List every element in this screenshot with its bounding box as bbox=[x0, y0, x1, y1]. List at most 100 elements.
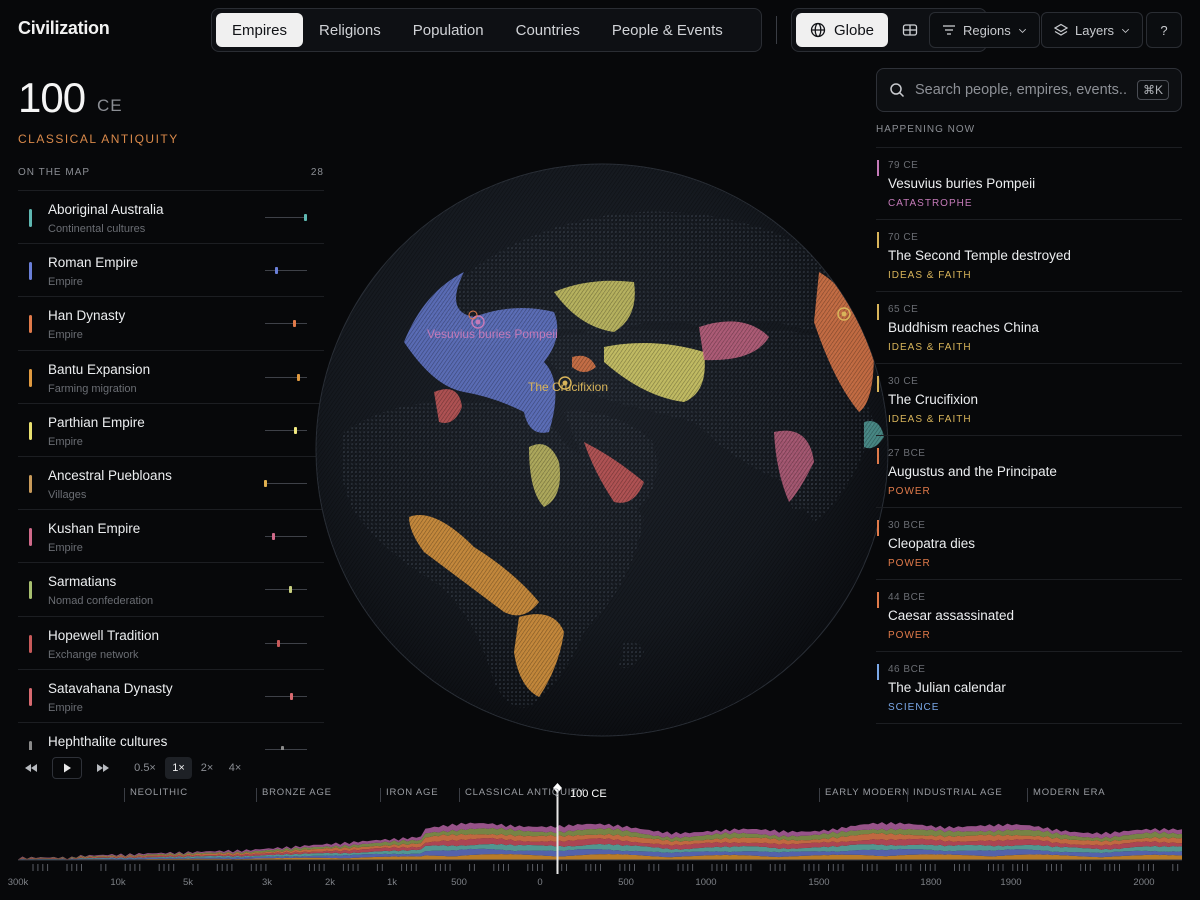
axis-label: 2000 bbox=[1133, 877, 1155, 888]
fast-forward-button[interactable] bbox=[90, 757, 116, 779]
map-list-item[interactable]: Han Dynasty Empire bbox=[18, 297, 324, 351]
map-list-item[interactable]: Aboriginal Australia Continental cultures bbox=[18, 191, 324, 245]
era-iron-age: IRON AGE bbox=[380, 788, 438, 802]
event-item[interactable]: 79 CE Vesuvius buries Pompeii CATASTROPHE bbox=[876, 148, 1182, 220]
globe-map[interactable]: Vesuvius buries Pompeii The Crucifixion bbox=[314, 162, 890, 738]
event-item[interactable]: 46 BCE The Julian calendar SCIENCE bbox=[876, 652, 1182, 724]
rewind-button[interactable] bbox=[18, 757, 44, 779]
regions-dropdown[interactable]: Regions bbox=[929, 12, 1040, 48]
map-list-item[interactable]: Satavahana Dynasty Empire bbox=[18, 670, 324, 723]
event-date: 30 BCE bbox=[888, 520, 926, 531]
era-modern: MODERN ERA bbox=[1027, 788, 1105, 802]
timeline-event-tick bbox=[469, 864, 471, 871]
timeline-event-tick bbox=[163, 864, 165, 871]
map-list-item[interactable]: Ancestral Puebloans Villages bbox=[18, 457, 324, 511]
timeline-event-tick bbox=[832, 864, 834, 871]
timeline-event-tick bbox=[1085, 864, 1086, 871]
map-list-item[interactable]: Roman Empire Empire bbox=[18, 244, 324, 298]
map-list-item[interactable]: Hephthalite cultures bbox=[18, 723, 324, 750]
timeline-event-tick bbox=[532, 864, 534, 871]
lifespan-marker bbox=[264, 479, 267, 487]
event-title: Cleopatra dies bbox=[888, 536, 976, 551]
map-view-button[interactable] bbox=[888, 13, 932, 47]
event-title: The Second Temple destroyed bbox=[888, 248, 1071, 263]
event-item[interactable]: 70 CE The Second Temple destroyed IDEAS & … bbox=[876, 220, 1182, 292]
timeline-event-tick bbox=[541, 864, 543, 871]
speed-2x[interactable]: 2× bbox=[196, 757, 218, 779]
filter-icon bbox=[943, 25, 955, 35]
event-title: Augustus and the Principate bbox=[888, 464, 1057, 479]
timeline-event-tick bbox=[726, 864, 728, 871]
timeline-event-tick bbox=[1046, 864, 1048, 871]
timeline-event-tick bbox=[537, 864, 538, 871]
map-list-item[interactable]: Parthian Empire Empire bbox=[18, 404, 324, 457]
event-item[interactable]: 65 CE Buddhism reaches China IDEAS & FAITH bbox=[876, 292, 1182, 364]
timeline-event-tick bbox=[173, 864, 175, 871]
timeline-event-tick bbox=[32, 864, 34, 871]
timeline-event-tick bbox=[624, 864, 626, 871]
event-date: 65 CE bbox=[888, 304, 919, 315]
timeline-event-tick bbox=[745, 864, 747, 871]
speed-4x[interactable]: 4× bbox=[224, 757, 246, 779]
globe-view-button[interactable]: Globe bbox=[796, 13, 889, 47]
event-item[interactable]: 30 CE The Crucifixion IDEAS & FAITH bbox=[876, 364, 1182, 436]
timeline-event-tick bbox=[1022, 864, 1023, 871]
timeline-event-tick bbox=[735, 864, 737, 871]
timeline-event-tick bbox=[1080, 864, 1082, 871]
search-input[interactable] bbox=[915, 82, 1127, 98]
timeline-event-tick bbox=[158, 864, 160, 871]
lifespan-track bbox=[265, 267, 307, 275]
map-list-item[interactable]: Hopewell Tradition Exchange network bbox=[18, 617, 324, 670]
event-title: Buddhism reaches China bbox=[888, 320, 1039, 335]
globe-icon bbox=[810, 22, 826, 38]
timeline-event-tick bbox=[963, 864, 965, 871]
layers-dropdown[interactable]: Layers bbox=[1041, 12, 1144, 48]
event-category: IDEAS & FAITH bbox=[888, 342, 972, 353]
tab-population[interactable]: Population bbox=[397, 13, 500, 47]
happening-now-heading: HAPPENING NOW bbox=[876, 124, 976, 135]
lifespan-track bbox=[265, 533, 307, 541]
timeline-event-tick bbox=[71, 864, 73, 871]
color-swatch bbox=[29, 262, 32, 281]
timeline-event-tick bbox=[1002, 864, 1004, 871]
timeline-event-tick bbox=[992, 864, 994, 871]
timeline-event-tick bbox=[381, 864, 383, 871]
event-item[interactable]: 44 BCE Caesar assassinated POWER bbox=[876, 580, 1182, 652]
globe-label-pompeii: Vesuvius buries Pompeii bbox=[427, 327, 558, 341]
timeline-event-tick bbox=[687, 864, 689, 871]
header-divider bbox=[776, 16, 777, 44]
lifespan-track bbox=[265, 214, 307, 221]
timeline-event-tick bbox=[774, 864, 776, 871]
help-button[interactable]: ? bbox=[1146, 12, 1182, 48]
timeline-event-tick bbox=[595, 864, 597, 871]
lifespan-track bbox=[265, 320, 307, 328]
axis-label: 5k bbox=[182, 877, 194, 888]
map-list-item[interactable]: Sarmatians Nomad confederation bbox=[18, 563, 324, 617]
chevron-down-icon bbox=[1122, 28, 1130, 33]
event-date: 27 BCE bbox=[888, 448, 926, 459]
event-item[interactable]: 27 BCE Augustus and the Principate POWER bbox=[876, 436, 1182, 508]
event-item[interactable]: 30 BCE Cleopatra dies POWER bbox=[876, 508, 1182, 580]
lifespan-track bbox=[265, 373, 307, 381]
tab-people-events[interactable]: People & Events bbox=[596, 13, 739, 47]
timeline-event-tick bbox=[803, 864, 805, 871]
timeline-event-tick bbox=[721, 864, 723, 871]
color-swatch bbox=[29, 687, 32, 706]
speed-1x[interactable]: 1× bbox=[165, 757, 192, 779]
map-list-item[interactable]: Bantu Expansion Farming migration bbox=[18, 351, 324, 404]
search-box: ⌘K bbox=[876, 68, 1182, 112]
era-early-modern: EARLY MODERN bbox=[819, 788, 910, 802]
tab-empires[interactable]: Empires bbox=[216, 13, 304, 47]
timeline-event-tick bbox=[818, 864, 820, 871]
item-name: Bantu Expansion bbox=[48, 361, 151, 377]
map-list-item[interactable]: Kushan Empire Empire bbox=[18, 510, 324, 564]
timeline-event-tick bbox=[401, 864, 403, 871]
timeline-event-tick bbox=[444, 864, 446, 871]
timeline-event-tick bbox=[905, 864, 907, 871]
tab-religions[interactable]: Religions bbox=[303, 13, 397, 47]
color-swatch bbox=[29, 528, 32, 547]
speed-0-5x[interactable]: 0.5× bbox=[131, 757, 159, 779]
tab-countries[interactable]: Countries bbox=[500, 13, 596, 47]
play-button[interactable] bbox=[52, 757, 82, 779]
item-type: Nomad confederation bbox=[48, 595, 154, 608]
